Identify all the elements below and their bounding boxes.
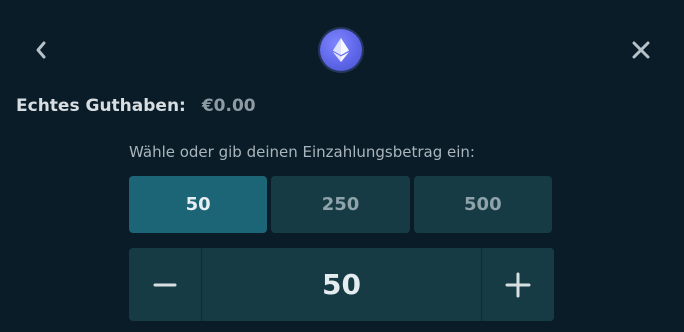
chevron-left-icon (36, 41, 46, 59)
coin-badge (320, 29, 362, 71)
preset-amounts: 50 250 500 (129, 176, 552, 233)
back-button[interactable] (28, 36, 54, 64)
close-button[interactable] (627, 36, 655, 64)
preset-button-250[interactable]: 250 (271, 176, 410, 233)
plus-icon (505, 272, 531, 297)
amount-input[interactable]: 50 (202, 248, 481, 321)
increase-button[interactable] (481, 248, 554, 321)
ethereum-icon (333, 38, 349, 62)
amount-stepper: 50 (129, 248, 554, 321)
minus-icon (153, 283, 177, 286)
balance-row: Echtes Guthaben: €0.00 (16, 94, 256, 118)
balance-value: €0.00 (201, 96, 256, 116)
decrease-button[interactable] (129, 248, 202, 321)
deposit-prompt: Wähle oder gib deinen Einzahlungsbetrag … (129, 143, 475, 161)
preset-button-50[interactable]: 50 (129, 176, 268, 233)
close-icon (632, 41, 650, 59)
balance-label: Echtes Guthaben: (16, 96, 186, 116)
preset-button-500[interactable]: 500 (413, 176, 552, 233)
